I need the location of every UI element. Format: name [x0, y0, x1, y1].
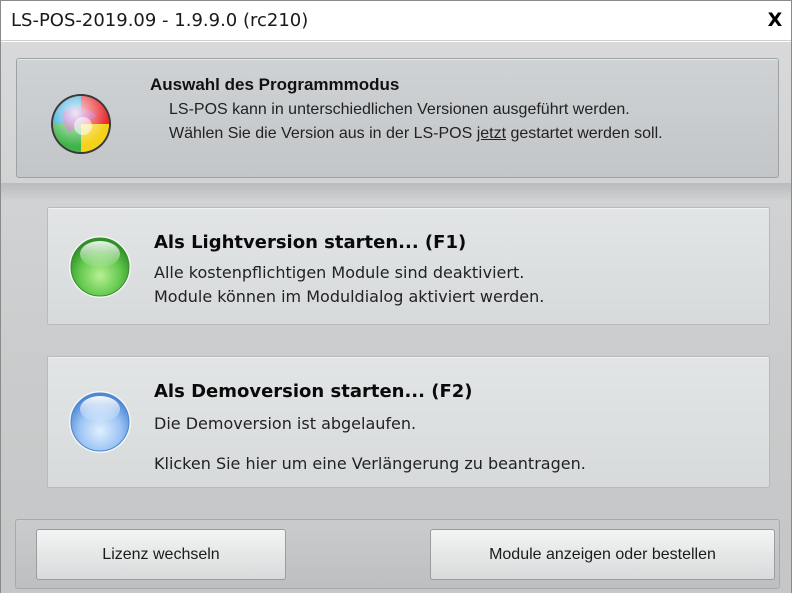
- show-modules-button[interactable]: Module anzeigen oder bestellen: [430, 529, 775, 580]
- divider-band: [1, 183, 791, 203]
- header-line2-start: Wählen Sie die Version aus in der LS-POS: [169, 125, 477, 142]
- window-title: LS-POS-2019.09 - 1.9.9.0 (rc210): [11, 10, 309, 31]
- light-version-text-line1: Alle kostenpflichtigen Module sind deakt…: [154, 263, 525, 282]
- change-license-button[interactable]: Lizenz wechseln: [36, 529, 286, 580]
- dialog-window: LS-POS-2019.09 - 1.9.9.0 (rc210) X Auswa…: [0, 0, 792, 593]
- dialog-body: Auswahl des Programmmodus LS-POS kann in…: [1, 42, 791, 593]
- blue-orb-icon: [69, 391, 131, 453]
- header-description-line1: LS-POS kann in unterschiedlichen Version…: [169, 101, 630, 118]
- header-line2-end: gestartet werden soll.: [506, 125, 663, 142]
- header-panel: Auswahl des Programmmodus LS-POS kann in…: [16, 58, 779, 178]
- demo-version-text-line2: Klicken Sie hier um eine Verlängerung zu…: [154, 454, 586, 473]
- close-button[interactable]: X: [761, 5, 789, 35]
- footer-bar: Lizenz wechseln Module anzeigen oder bes…: [15, 519, 780, 589]
- light-version-text-line2: Module können im Moduldialog aktiviert w…: [154, 287, 545, 306]
- green-orb-icon: [69, 236, 131, 298]
- multicolor-sphere-icon: [51, 94, 111, 154]
- demo-version-title: Als Demoversion starten... (F2): [154, 381, 473, 402]
- start-light-version-button[interactable]: Als Lightversion starten... (F1) Alle ko…: [47, 207, 770, 325]
- light-version-title: Als Lightversion starten... (F1): [154, 232, 467, 253]
- start-demo-version-button[interactable]: Als Demoversion starten... (F2) Die Demo…: [47, 356, 770, 488]
- title-bar: LS-POS-2019.09 - 1.9.9.0 (rc210) X: [1, 1, 791, 41]
- demo-version-text-line1: Die Demoversion ist abgelaufen.: [154, 414, 417, 433]
- header-line2-emphasis: jetzt: [476, 125, 507, 142]
- header-description-line2: Wählen Sie die Version aus in der LS-POS…: [169, 125, 663, 143]
- header-title: Auswahl des Programmmodus: [150, 75, 400, 94]
